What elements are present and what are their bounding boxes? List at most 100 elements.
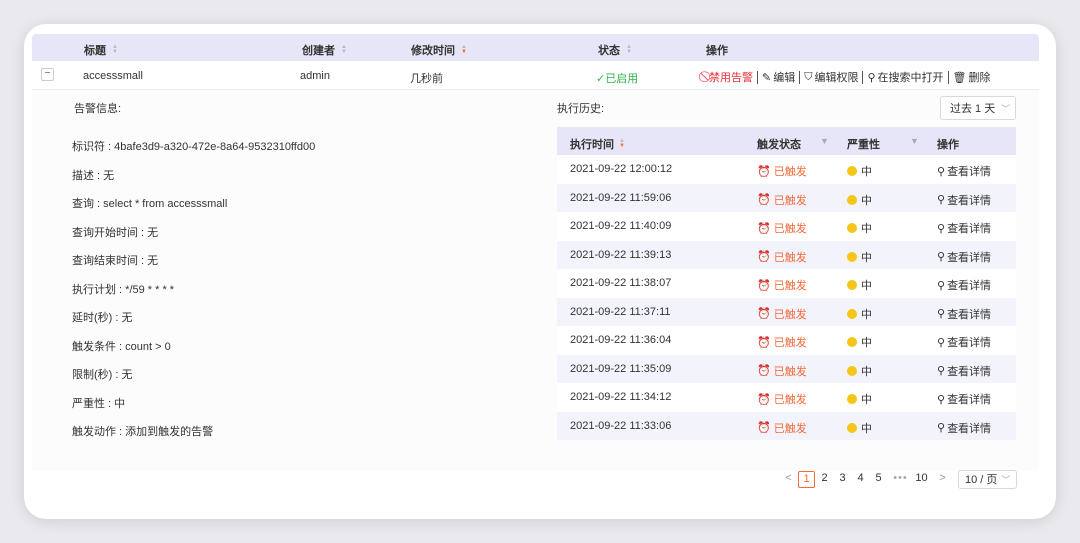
view-details-button[interactable]: ⚲ 查看详情	[937, 192, 991, 208]
exec-time: 2021-09-22 11:36:04	[570, 334, 672, 346]
sort-icon: ▲ ▼	[341, 44, 347, 55]
shield-icon: ⛉	[804, 70, 813, 83]
open-in-search-button[interactable]: ⚲ 在搜索中打开	[867, 69, 943, 85]
sort-icon: ▲ ▼	[112, 44, 118, 55]
history-row: 2021-09-22 11:59:06 ⏰ 已触发 中 ⚲ 查看详情	[557, 183, 1016, 212]
column-header-status[interactable]: 状态 ▲ ▼	[598, 42, 632, 58]
page-10-button[interactable]: 10	[913, 471, 930, 488]
prev-page-button[interactable]: <	[780, 471, 797, 488]
alert-creator: admin	[300, 70, 330, 82]
alerts-card: 标题 ▲ ▼ 创建者 ▲ ▼ 修改时间 ▲ ▼ 状态 ▲ ▼ 操作 − accesssm…	[24, 24, 1056, 519]
next-page-button[interactable]: >	[934, 471, 951, 488]
history-row: 2021-09-22 11:33:06 ⏰ 已触发 中 ⚲ 查看详情	[557, 411, 1016, 440]
severity: 中	[847, 277, 872, 293]
alert-info-line: 标识符 : 4bafe3d9-a320-472e-8a64-9532310ffd…	[72, 141, 316, 153]
magnifier-icon: ⚲	[937, 308, 946, 320]
alarm-icon: ⏰	[757, 194, 771, 206]
alarm-icon: ⏰	[757, 393, 771, 406]
collapse-row-button[interactable]: −	[41, 68, 54, 81]
delete-button[interactable]: 🗑 删除	[953, 69, 991, 85]
magnifier-icon: ⚲	[937, 279, 946, 292]
alarm-icon: ⏰	[757, 422, 771, 434]
row-actions: ⃠ 禁用告警 ✎ 编辑 ⛉ 编辑权限 ⚲ 在搜索中打开 🗑 删除	[707, 69, 991, 85]
view-details-button[interactable]: ⚲ 查看详情	[937, 249, 991, 265]
disable-alert-button[interactable]: ⃠ 禁用告警	[707, 69, 753, 85]
view-details-button[interactable]: ⚲ 查看详情	[937, 163, 991, 179]
alarm-icon: ⏰	[757, 336, 771, 349]
edit-permissions-button[interactable]: ⛉ 编辑权限	[804, 69, 858, 85]
column-header-severity[interactable]: 严重性	[847, 136, 880, 152]
trigger-status: ⏰ 已触发	[757, 279, 807, 293]
history-row: 2021-09-22 11:40:09 ⏰ 已触发 中 ⚲ 查看详情	[557, 212, 1016, 241]
severity: 中	[847, 363, 872, 379]
search-icon: ⚲	[867, 71, 876, 84]
view-details-button[interactable]: ⚲ 查看详情	[937, 391, 991, 407]
history-table-header: 执行时间 ▲ ▼ 触发状态 ▼ 严重性 ▼ 操作	[557, 127, 1016, 155]
trigger-status: ⏰ 已触发	[757, 365, 807, 378]
page-4-button[interactable]: 4	[852, 471, 869, 488]
exec-time: 2021-09-22 11:39:13	[570, 248, 672, 261]
pencil-icon: ✎	[762, 71, 772, 84]
alarm-icon: ⏰	[757, 251, 771, 263]
exec-time: 2021-09-22 11:37:11	[570, 305, 671, 318]
severity: 中	[847, 334, 872, 350]
severity-dot-icon	[847, 194, 857, 205]
magnifier-icon: ⚲	[937, 365, 946, 377]
alert-info-line: 限制(秒) : 无	[72, 369, 133, 381]
view-details-button[interactable]: ⚲ 查看详情	[937, 363, 991, 379]
chevron-down-icon: ﹀	[1001, 103, 1011, 114]
exec-time: 2021-09-22 12:00:12	[570, 163, 673, 175]
alert-info-line: 查询开始时间 : 无	[72, 226, 159, 239]
trigger-status: ⏰ 已触发	[757, 308, 807, 321]
page-2-button[interactable]: 2	[816, 471, 833, 488]
page-5-button[interactable]: 5	[870, 471, 887, 488]
view-details-button[interactable]: ⚲ 查看详情	[937, 420, 991, 436]
view-details-button[interactable]: ⚲ 查看详情	[937, 220, 991, 236]
alarm-icon: ⏰	[757, 365, 771, 377]
column-header-modified[interactable]: 修改时间 ▲ ▼	[411, 42, 467, 58]
alert-info-line: 触发条件 : count > 0	[72, 340, 171, 353]
trigger-status: ⏰ 已触发	[757, 422, 807, 435]
alert-row[interactable]: − accesssmall admin 几秒前 ✓已启用 ⃠ 禁用告警 ✎ 编辑…	[32, 61, 1039, 90]
page-3-button[interactable]: 3	[834, 471, 851, 488]
view-details-button[interactable]: ⚲ 查看详情	[937, 306, 991, 322]
alert-title[interactable]: accesssmall	[83, 70, 143, 82]
severity: 中	[847, 420, 872, 436]
alarm-icon: ⏰	[757, 308, 771, 320]
severity: 中	[847, 192, 872, 208]
chevron-down-icon: ﹀	[1001, 474, 1011, 485]
severity-dot-icon	[847, 223, 857, 233]
exec-time: 2021-09-22 11:40:09	[570, 220, 672, 232]
view-details-button[interactable]: ⚲ 查看详情	[937, 277, 991, 293]
edit-button[interactable]: ✎ 编辑	[762, 69, 795, 85]
trigger-status: ⏰ 已触发	[757, 393, 807, 407]
column-header-trigger-status[interactable]: 触发状态	[757, 136, 801, 152]
trigger-status: ⏰ 已触发	[757, 222, 807, 236]
magnifier-icon: ⚲	[937, 393, 946, 406]
more-pages-button[interactable]: •••	[892, 471, 909, 488]
page-1-button[interactable]: 1	[798, 470, 815, 488]
page-list: 12345	[798, 470, 888, 488]
view-details-button[interactable]: ⚲ 查看详情	[937, 334, 991, 350]
severity: 中	[847, 391, 872, 407]
history-row: 2021-09-22 12:00:12 ⏰ 已触发 中 ⚲ 查看详情	[557, 155, 1016, 184]
exec-time: 2021-09-22 11:59:06	[570, 191, 672, 204]
column-header-creator[interactable]: 创建者 ▲ ▼	[302, 42, 347, 58]
severity-dot-icon	[847, 337, 857, 347]
sort-icon: ▲ ▼	[626, 44, 632, 55]
divider	[757, 70, 758, 84]
alert-modified-time: 几秒前	[410, 73, 443, 85]
filter-icon[interactable]: ▼	[820, 136, 829, 146]
period-select[interactable]: 过去 1 天 ﹀	[940, 96, 1016, 120]
alert-info-line: 执行计划 : */59 * * * *	[72, 283, 175, 296]
exec-time: 2021-09-22 11:35:09	[570, 362, 672, 375]
severity: 中	[847, 220, 872, 236]
history-row: 2021-09-22 11:37:11 ⏰ 已触发 中 ⚲ 查看详情	[557, 297, 1016, 326]
alarm-icon: ⏰	[757, 279, 771, 292]
column-header-exec-time[interactable]: 执行时间 ▲ ▼	[570, 136, 625, 152]
alert-info-line: 延时(秒) : 无	[72, 312, 133, 324]
history-table-body: 2021-09-22 12:00:12 ⏰ 已触发中 ⚲ 查看详情 2021-09-22 …	[557, 155, 1016, 440]
page-size-select[interactable]: 10 / 页 ﹀	[958, 469, 1018, 489]
column-header-title[interactable]: 标题 ▲ ▼	[84, 42, 118, 58]
filter-icon[interactable]: ▼	[910, 136, 919, 146]
